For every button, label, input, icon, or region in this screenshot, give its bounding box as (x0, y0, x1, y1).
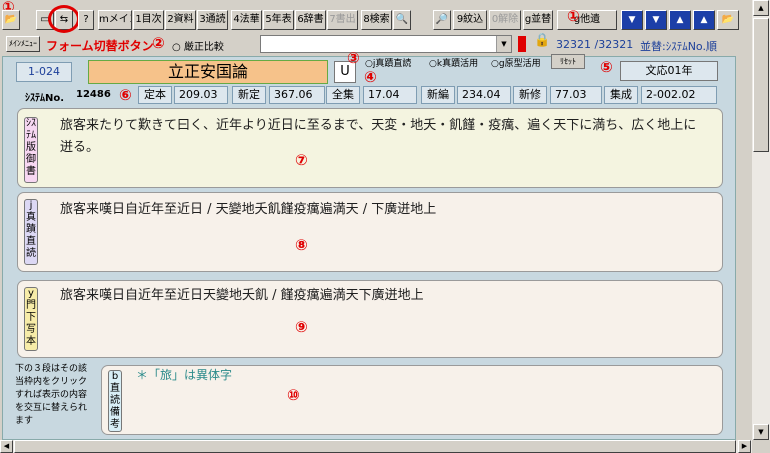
up-arrow-icon[interactable]: ▲ (669, 10, 691, 30)
search-icon[interactable]: 🔍 (393, 10, 411, 30)
reset-button[interactable]: ﾘｾｯﾄ (551, 54, 585, 69)
nenpyo-button[interactable]: 5年表 (263, 10, 294, 30)
panel-label-biko: b直読備考 (108, 370, 122, 432)
annotation-6: ⑥ (119, 86, 132, 104)
strict-compare-radio[interactable]: ○ 厳正比較 (172, 38, 224, 53)
sort-label: 並替:ｼｽﾃﾑNo.順 (640, 40, 717, 53)
panel-text-shinseki: 旅客来嘆日自近年至近日 / 天變地夭飢饉疫癘遍満天 / 下廣迸地上 (60, 202, 437, 217)
record-counter: 32321 /32321 (556, 38, 634, 51)
panel-monka-shahon[interactable]: y門下写本 旅客来嘆日自近年至近日天變地夭飢 / 饉疫癘遍満天下廣迸地上 ⑨ (17, 280, 723, 358)
bottom-arrow-icon[interactable]: ▼ (621, 10, 643, 30)
search-combo[interactable]: ▼ (260, 35, 512, 53)
annotation-10: ⑩ (287, 386, 300, 404)
zenshu-label: 全集 (326, 86, 360, 104)
annotation-1-right: ① (567, 7, 580, 25)
panel-chokudoku-biko[interactable]: b直読備考 ＊「旅」は異体字 ⑩ (101, 365, 723, 435)
stack-icon[interactable] (518, 36, 526, 52)
radio-genkei[interactable]: ○g原型活用 (491, 56, 541, 69)
main-menu-button[interactable]: ﾒｲﾝﾒﾆｭｰ (6, 36, 40, 52)
side-note: 下の３段はその該当枠内をクリックすれば表示の内容を交互に替えられます (15, 364, 88, 426)
zoom-icon[interactable]: 🔎 (433, 10, 451, 30)
annotation-9: ⑨ (295, 318, 308, 336)
radio-genkei-label: g原型活用 (498, 59, 541, 69)
toolbar: ① 📂 ▭ ⇆ ? mメイン 1目次 2資料 3通読 4法華 5年表 6辞書 7… (0, 0, 752, 33)
scroll-thumb[interactable] (753, 18, 769, 152)
help-icon[interactable]: ? (78, 10, 94, 30)
kakidashi-button[interactable]: 7書出 (327, 10, 358, 30)
shusei-value: 2-002.02 (641, 86, 717, 104)
annotation-3: ③ (347, 49, 360, 67)
open-folder-icon[interactable]: 📂 (2, 10, 20, 30)
index-button[interactable]: 1目次 (133, 10, 164, 30)
scroll-left-icon[interactable]: ◀ (0, 440, 13, 453)
horizontal-scrollbar[interactable]: ◀ ▶ (0, 440, 752, 453)
shibori-button[interactable]: 9紋込 (453, 10, 487, 30)
chevron-down-icon[interactable]: ▼ (496, 36, 511, 52)
panel-label-shinseki: j真蹟直読 (24, 199, 38, 265)
radio-shinseki[interactable]: ○j真蹟直読 (365, 56, 411, 69)
taji-button[interactable]: g他遺 (557, 10, 617, 30)
sysno-label: ｼｽﾃﾑNo. (25, 93, 65, 104)
top-arrow-icon[interactable]: ▲ (693, 10, 715, 30)
jisho-button[interactable]: 6辞書 (295, 10, 326, 30)
panel-label-system: ｼｽﾃﾑ版御書 (24, 117, 38, 183)
document-title: 立正安国論 (88, 60, 328, 84)
shinshu-value: 77.03 (550, 86, 602, 104)
annotation-2: ② (152, 34, 165, 52)
shinpen-value: 234.04 (457, 86, 511, 104)
teihon-value: 209.03 (174, 86, 228, 104)
shinshu-label: 新修 (513, 86, 547, 104)
kaijo-button[interactable]: 0解除 (489, 10, 521, 30)
form-switch-highlight (48, 5, 80, 33)
shiryo-button[interactable]: 2資料 (165, 10, 196, 30)
strict-compare-label: 厳正比較 (183, 42, 224, 53)
export-folder-icon[interactable]: 📂 (717, 10, 739, 30)
radio-shinseki-label: j真蹟直読 (372, 59, 412, 69)
hokke-button[interactable]: 4法華 (231, 10, 262, 30)
annotation-7: ⑦ (295, 151, 308, 169)
scroll-right-icon[interactable]: ▶ (738, 440, 751, 453)
radio-katsuyo-label: k真蹟活用 (436, 59, 479, 69)
panel-system-gosho[interactable]: ｼｽﾃﾑ版御書 旅客来たりて歎きて曰く、近年より近日に至るまで、天変・地夭・飢饉… (17, 108, 723, 188)
panel-text-system: 旅客来たりて歎きて曰く、近年より近日に至るまで、天変・地夭・飢饉・疫癘、遍く天下… (60, 118, 697, 155)
shintei-value: 367.06 (269, 86, 325, 104)
panel-text-biko: ＊「旅」は異体字 (136, 368, 233, 382)
main-panel: 1-024 立正安国論 U ③ ④ ○j真蹟直読 ○k真蹟活用 ○g原型活用 ﾘ… (2, 51, 736, 440)
hscroll-thumb[interactable] (14, 440, 736, 453)
shusei-label: 集成 (604, 86, 638, 104)
scroll-down-icon[interactable]: ▼ (753, 424, 769, 440)
shinpen-label: 新編 (421, 86, 455, 104)
annotation-4: ④ (364, 68, 377, 86)
narabi-button[interactable]: g並替 (523, 10, 553, 30)
zenshu-value: 17.04 (363, 86, 417, 104)
record-code: 1-024 (16, 62, 72, 82)
tsudoku-button[interactable]: 3通読 (197, 10, 228, 30)
teihon-label: 定本 (138, 86, 172, 104)
sysno-value: 12486 (76, 89, 111, 100)
vertical-scrollbar[interactable]: ▲ ▼ (752, 0, 770, 440)
radio-katsuyo[interactable]: ○k真蹟活用 (429, 56, 478, 69)
panel-shinseki-chokudoku[interactable]: j真蹟直読 旅客来嘆日自近年至近日 / 天變地夭飢饉疫癘遍満天 / 下廣迸地上 … (17, 192, 723, 272)
scroll-up-icon[interactable]: ▲ (753, 0, 769, 16)
down-arrow-icon[interactable]: ▼ (645, 10, 667, 30)
shintei-label: 新定 (232, 86, 266, 104)
panel-label-monka: y門下写本 (24, 287, 38, 351)
era-field: 文応01年 (620, 61, 718, 81)
form-switch-annotation: フォーム切替ボタン (46, 39, 154, 53)
annotation-5: ⑤ (600, 58, 613, 76)
panel-text-monka: 旅客来嘆日自近年至近日天變地夭飢 / 饉疫癘遍満天下廣迸地上 (60, 288, 424, 303)
lock-icon: 🔒 (534, 33, 551, 48)
main-button[interactable]: mメイン (98, 10, 132, 30)
kensaku-button[interactable]: 8検索 (361, 10, 392, 30)
annotation-8: ⑧ (295, 236, 308, 254)
